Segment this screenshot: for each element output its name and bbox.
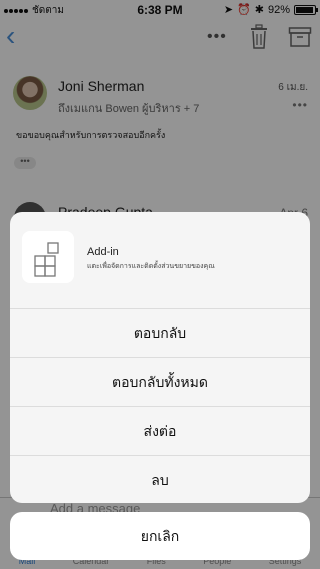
cancel-button[interactable]: ยกเลิก — [10, 512, 310, 560]
action-sheet: Add-in แตะเพื่อจัดการและติดตั้งส่วนขยายข… — [10, 212, 310, 503]
addin-row[interactable]: Add-in แตะเพื่อจัดการและติดตั้งส่วนขยายข… — [10, 212, 310, 309]
delete-button[interactable]: ลบ — [10, 456, 310, 503]
reply-button[interactable]: ตอบกลับ — [10, 309, 310, 358]
reply-all-button[interactable]: ตอบกลับทั้งหมด — [10, 358, 310, 407]
addin-tile[interactable] — [22, 231, 74, 283]
addin-description: แตะเพื่อจัดการและติดตั้งส่วนขยายของคุณ — [87, 263, 215, 270]
forward-button[interactable]: ส่งต่อ — [10, 407, 310, 456]
addin-title: Add-in — [87, 246, 119, 258]
addin-icon — [34, 242, 59, 277]
